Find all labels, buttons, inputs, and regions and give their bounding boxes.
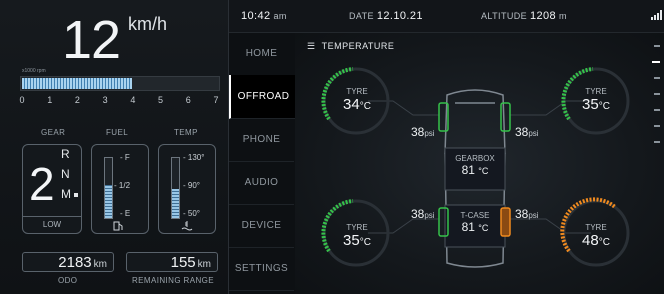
menu-settings[interactable]: SETTINGS [229,247,294,291]
main-menu: HOME OFFROAD PHONE AUDIO DEVICE SETTINGS [229,32,296,294]
temp-level [172,189,179,218]
menu-home[interactable]: HOME [229,32,294,76]
gear-indicator: 2 R N M LOW [22,144,82,234]
temp-label: TEMP [174,128,198,137]
odometer-unit: km [93,259,107,270]
coolant-temp-gauge: - 130° - 90° - 50° [158,144,216,234]
rpm-tick-label: 1 [47,95,53,105]
tyre-fr-readout: TYRE 35°C [582,87,610,113]
instrument-cluster: 12 km/h x1000 rpm 01234567 GEAR FUEL TEM… [0,0,229,294]
vehicle-dashboard: 12 km/h x1000 rpm 01234567 GEAR FUEL TEM… [0,0,664,294]
rpm-tick-label: 0 [19,95,25,105]
gear-option-n: N [61,167,70,181]
signal-strength-icon [651,10,662,20]
rpm-tick-label: 2 [74,95,80,105]
temp-gauge-bar [171,157,180,219]
date-readout: DATE 12.10.21 [349,10,423,22]
speed-unit: km/h [128,14,168,34]
fuel-pump-icon [113,221,123,231]
rpm-tick-label: 4 [130,95,136,105]
temp-tick-mid: - 90° [183,181,200,190]
gear-option-m: M [61,187,78,201]
offroad-panel: ☰ TEMPERATURE TYRE 34°C TYRE 35°C TYRE 3… [295,33,664,294]
rpm-bar [20,76,220,91]
menu-offroad[interactable]: OFFROAD [229,75,296,119]
tyre-rr-pressure: 38psi [515,207,539,221]
menu-phone[interactable]: PHONE [229,118,294,162]
rpm-bar-fill [22,78,132,89]
gear-mode: LOW [23,216,81,233]
range-label: REMAINING RANGE [132,276,215,285]
status-bar: 10:42 am DATE 12.10.21 ALTITUDE 1208 m [229,0,664,33]
tyre-rl-readout: TYRE 35°C [343,223,371,249]
gear-option-r: R [61,147,70,161]
tcase-readout: T-CASE 81 °C [460,211,490,234]
clock: 10:42 am [241,10,287,22]
rpm-tick-label: 5 [158,95,164,105]
tyre-fr-pressure: 38psi [515,125,539,139]
temp-tick-high: - 130° [183,153,205,162]
tyre-rl-pressure: 38psi [411,207,435,221]
altitude-readout: ALTITUDE 1208 m [481,10,567,22]
tyre-rr-readout: TYRE 48°C [582,223,610,249]
fuel-level [105,185,112,218]
temp-tick-low: - 50° [183,209,200,218]
coolant-icon [181,221,193,231]
odometer-label: ODO [58,276,78,285]
odometer-display: 2183 km [22,252,114,272]
tyre-fl-readout: TYRE 34°C [343,87,371,113]
gear-label: GEAR [41,128,66,137]
range-value: 155 [170,254,196,271]
odometer-value: 2183 [58,254,92,271]
tyre-fl-pressure: 38psi [411,125,435,139]
menu-device[interactable]: DEVICE [229,204,294,248]
rpm-tick-label: 3 [102,95,108,105]
range-unit: km [197,259,211,270]
rpm-tick-label: 6 [185,95,191,105]
fuel-tick-full: - F [120,153,130,162]
speed-value: 12 [62,10,121,70]
fuel-gauge: - F - 1/2 - E [91,144,149,234]
menu-audio[interactable]: AUDIO [229,161,294,205]
current-gear: 2 [29,158,55,210]
fuel-gauge-bar [104,157,113,219]
rpm-tick-label: 7 [213,95,219,105]
range-display: 155 km [126,252,218,272]
rpm-caption: x1000 rpm [22,68,46,74]
gearbox-readout: GEARBOX 81 °C [455,154,495,177]
fuel-tick-half: - 1/2 [114,181,131,190]
fuel-label: FUEL [106,128,129,137]
rpm-scale: 0 1 2 3 4 5 6 7 [19,95,219,115]
fuel-tick-empty: - E [120,209,131,218]
